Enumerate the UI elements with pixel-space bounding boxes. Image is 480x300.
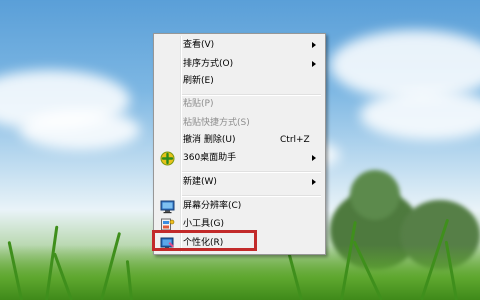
menu-item-label: 刷新(E)	[183, 76, 214, 86]
menu-item-undo-delete[interactable]: 撤消 删除(U) Ctrl+Z	[156, 131, 323, 150]
menu-item-refresh[interactable]: 刷新(E)	[156, 72, 323, 91]
menu-item-label: 360桌面助手	[183, 153, 237, 163]
submenu-arrow-icon	[312, 155, 316, 161]
submenu-arrow-icon	[312, 61, 316, 67]
menu-item-label: 粘贴(P)	[183, 99, 214, 109]
360-assistant-icon	[160, 151, 175, 166]
menu-item-shortcut: Ctrl+Z	[280, 135, 310, 145]
desktop-context-menu: 查看(V) 排序方式(O) 刷新(E) 粘贴(P) 粘贴快捷方式(S) 撤消 删…	[153, 33, 326, 255]
menu-item-screen-resolution[interactable]: 屏幕分辨率(C)	[156, 197, 323, 216]
menu-item-360-desktop-assistant[interactable]: 360桌面助手	[156, 149, 323, 168]
submenu-arrow-icon	[312, 42, 316, 48]
menu-item-view[interactable]: 查看(V)	[156, 36, 323, 55]
menu-item-label: 撤消 删除(U)	[183, 135, 236, 145]
menu-item-label: 屏幕分辨率(C)	[183, 201, 242, 211]
screen-resolution-icon	[160, 199, 175, 214]
menu-item-new[interactable]: 新建(W)	[156, 173, 323, 192]
menu-item-label: 新建(W)	[183, 177, 217, 187]
menu-item-label: 查看(V)	[183, 40, 215, 50]
menu-item-paste[interactable]: 粘贴(P)	[156, 95, 323, 114]
personalize-highlight-box	[152, 230, 257, 251]
submenu-arrow-icon	[312, 179, 316, 185]
